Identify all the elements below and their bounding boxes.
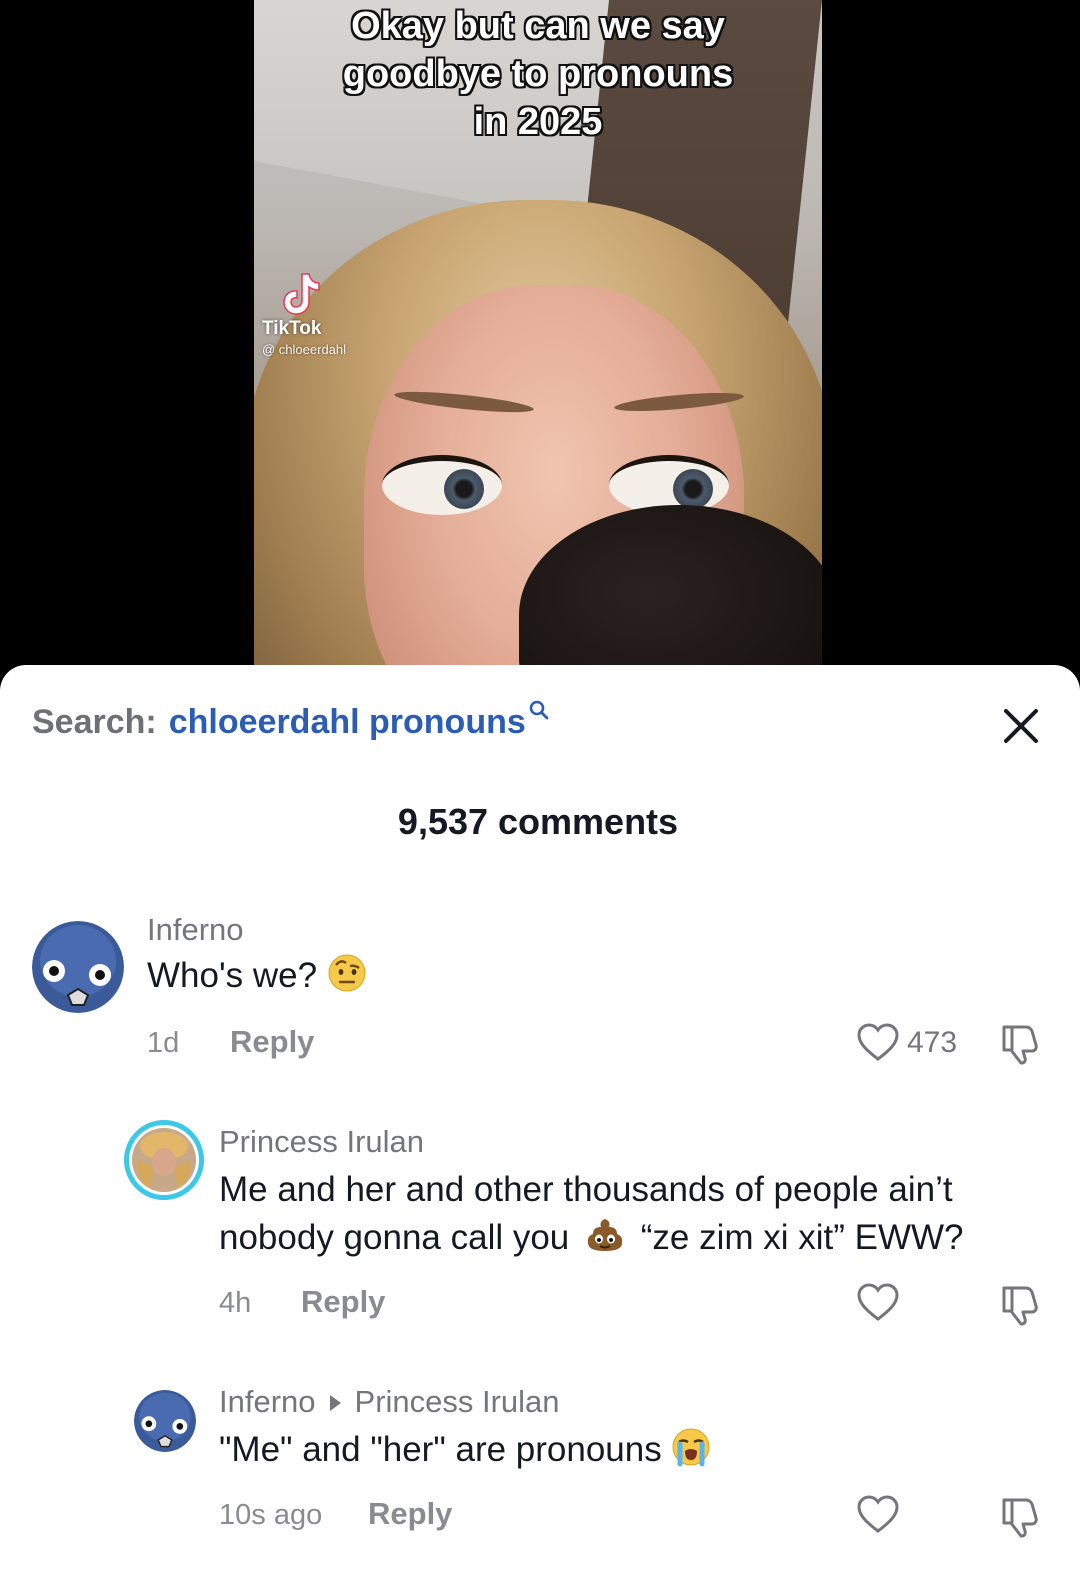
watermark-app-name: TikTok xyxy=(262,318,322,339)
reply-button[interactable]: Reply xyxy=(301,1284,385,1320)
video-caption: Okay but can we say goodbye to pronouns … xyxy=(254,0,822,146)
video-eye-left xyxy=(382,455,502,515)
video-player[interactable]: Okay but can we say goodbye to pronouns … xyxy=(0,0,1080,680)
caption-line-3: in 2025 xyxy=(473,101,603,143)
search-query-link[interactable]: chloeerdahl pronouns xyxy=(169,703,526,742)
dislike-icon[interactable] xyxy=(998,1021,1042,1065)
related-search[interactable]: Search: chloeerdahl pronouns xyxy=(32,700,550,753)
reply-username[interactable]: Princess Irulan xyxy=(219,1124,424,1160)
reply-text-line-2b: “ze zim xi xit” EWW? xyxy=(640,1218,964,1257)
search-icon[interactable] xyxy=(528,699,550,721)
avatar-icon[interactable] xyxy=(134,1390,196,1452)
comments-sheet: Search: chloeerdahl pronouns 9,537 comme… xyxy=(0,665,1080,1576)
comment-count: 9,537 comments xyxy=(397,801,679,842)
poo-emoji-icon xyxy=(587,1219,623,1251)
reply-time: 10s ago xyxy=(219,1499,323,1531)
comment-text: Who's we? xyxy=(147,952,367,1000)
like-count: 473 xyxy=(907,1026,958,1059)
dislike-icon[interactable] xyxy=(998,1282,1042,1326)
avatar-icon[interactable] xyxy=(124,1120,204,1200)
reply-text-line-1: Me and her and other thousands of people… xyxy=(219,1170,953,1209)
reply-username[interactable]: Inferno xyxy=(219,1384,316,1419)
loudly-crying-emoji-icon xyxy=(672,1428,710,1467)
dislike-icon[interactable] xyxy=(998,1494,1042,1538)
reply-button[interactable]: Reply xyxy=(230,1024,314,1060)
reply-button[interactable]: Reply xyxy=(368,1496,452,1532)
close-icon[interactable] xyxy=(998,703,1044,749)
watermark-handle: @ chloeerdahl xyxy=(262,342,347,357)
avatar-icon[interactable] xyxy=(32,921,124,1013)
reply-text: Me and her and other thousands of people… xyxy=(219,1166,1059,1262)
raised-eyebrow-emoji-icon xyxy=(328,954,366,992)
reply-time: 4h xyxy=(219,1287,252,1319)
reply-text-line-2: nobody gonna call you “ze zim xi xit” EW… xyxy=(219,1214,1059,1262)
comment-time: 1d xyxy=(147,1027,180,1059)
comment-username[interactable]: Inferno xyxy=(147,912,244,948)
heart-icon[interactable] xyxy=(856,1494,900,1534)
heart-icon[interactable] xyxy=(856,1022,900,1062)
reply-text: "Me" and "her" are pronouns xyxy=(219,1426,711,1474)
reply-text-line-2a: nobody gonna call you xyxy=(219,1218,570,1257)
caption-line-1: Okay but can we say xyxy=(351,5,725,47)
reply-text-body: "Me" and "her" are pronouns xyxy=(219,1430,662,1469)
search-label: Search: xyxy=(32,703,157,741)
reply-arrow-icon xyxy=(329,1394,341,1411)
comment-text-body: Who's we? xyxy=(147,956,318,995)
caption-line-2: goodbye to pronouns xyxy=(342,53,734,95)
reply-header: Inferno Princess Irulan xyxy=(219,1384,560,1420)
heart-icon[interactable] xyxy=(856,1282,900,1322)
tiktok-logo-icon xyxy=(283,273,320,315)
reply-to-username[interactable]: Princess Irulan xyxy=(355,1384,560,1419)
